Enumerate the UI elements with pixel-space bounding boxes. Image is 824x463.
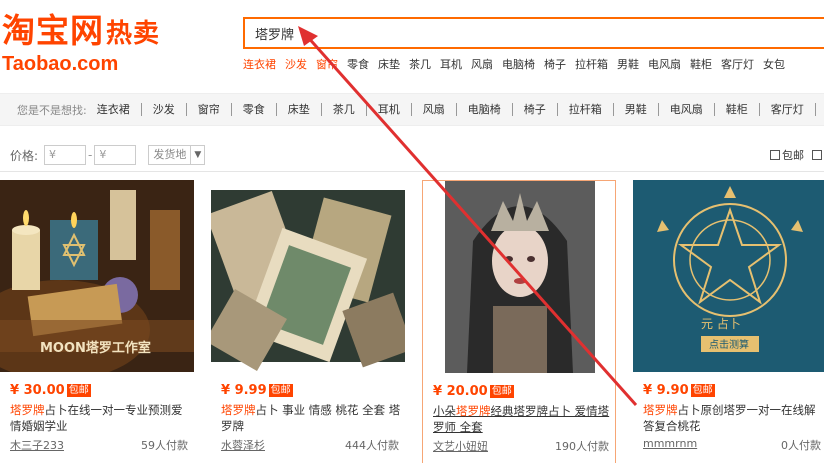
shop-name[interactable]: 水蓉泽杉 — [221, 437, 265, 453]
sales-count: 190人付款 — [555, 440, 609, 453]
product-title[interactable]: 小朵塔罗牌经典塔罗牌占卜 爱情塔罗师 全套 — [433, 403, 613, 435]
logo-domain: Taobao.com — [2, 53, 119, 75]
related-search-item[interactable]: 客厅灯 — [758, 103, 815, 116]
hot-word[interactable]: 鞋柜 — [690, 56, 712, 72]
product-image[interactable] — [211, 180, 405, 372]
hot-search-words: 连衣裙 沙发 窗帘 零食 床垫 茶几 耳机 风扇 电脑椅 椅子 拉杆箱 男鞋 电… — [243, 56, 785, 72]
free-ship-badge: 包邮 — [268, 384, 293, 397]
free-ship-badge: 包邮 — [690, 384, 715, 397]
related-search-label: 您是不是想找: — [17, 103, 87, 117]
product-title[interactable]: 塔罗牌占卜原创塔罗一对一在线解答复合桃花 — [643, 402, 823, 434]
product-card[interactable]: MOON塔罗工作室 ¥ 30.00 包邮 塔罗牌占卜在线一对一专业预测爱情婚姻学… — [0, 180, 194, 463]
hot-word[interactable]: 男鞋 — [617, 56, 639, 72]
search-input[interactable] — [245, 19, 824, 47]
sales-count: 59人付款 — [141, 439, 188, 452]
shop-name[interactable]: 木三子233 — [10, 437, 64, 453]
hot-word[interactable]: 客厅灯 — [721, 56, 754, 72]
product-price: ¥ 9.99 — [221, 383, 267, 398]
hot-word[interactable]: 电风扇 — [648, 56, 681, 72]
checkbox-icon[interactable] — [812, 150, 822, 160]
price-row: ¥ 30.00 包邮 — [10, 383, 91, 398]
price-dash: - — [88, 148, 93, 162]
related-search-item[interactable]: 鞋柜 — [713, 103, 759, 116]
price-min-input[interactable]: ¥ — [44, 145, 87, 165]
related-search-bar: 您是不是想找: 连衣裙 沙发 窗帘 零食 床垫 茶几 耳机 风扇 电脑椅 椅子 … — [0, 93, 824, 126]
related-search-item[interactable]: 电脑椅 — [455, 103, 512, 116]
shop-name[interactable]: 文艺小妞妞 — [433, 438, 488, 454]
related-search-item[interactable]: 男鞋 — [612, 103, 658, 116]
hot-word[interactable]: 茶几 — [409, 56, 431, 72]
related-search-item[interactable]: 沙发 — [140, 103, 186, 116]
product-card[interactable]: ¥ 9.99 包邮 塔罗牌占卜 事业 情感 桃花 全套 塔罗牌 水蓉泽杉 444… — [211, 180, 405, 463]
product-image-text: 元 占卜 — [701, 316, 741, 331]
checkbox-icon — [770, 150, 780, 160]
hot-word[interactable]: 连衣裙 — [243, 56, 276, 72]
product-image[interactable] — [423, 181, 615, 373]
related-search-item[interactable]: 床垫 — [275, 103, 321, 116]
product-image[interactable]: 元 占卜 点击测算 — [633, 180, 824, 372]
related-search-item[interactable]: 椅子 — [511, 103, 557, 116]
taobao-logo[interactable]: 淘宝网热卖 Taobao.com — [2, 11, 202, 75]
hot-word[interactable]: 椅子 — [544, 56, 566, 72]
related-search-item[interactable]: 耳机 — [365, 103, 411, 116]
related-search-item[interactable]: 茶几 — [320, 103, 366, 116]
logo-text: 淘宝网热卖 — [2, 11, 161, 50]
free-ship-badge: 包邮 — [66, 384, 91, 397]
hot-word[interactable]: 窗帘 — [316, 56, 338, 72]
product-card[interactable]: ¥ 20.00 包邮 小朵塔罗牌经典塔罗牌占卜 爱情塔罗师 全套 文艺小妞妞 1… — [422, 180, 616, 463]
related-search-item[interactable]: 风扇 — [410, 103, 456, 116]
product-title[interactable]: 塔罗牌占卜 事业 情感 桃花 全套 塔罗牌 — [221, 402, 401, 434]
related-search-item[interactable]: 电风扇 — [657, 103, 714, 116]
free-shipping-checkbox[interactable]: 包邮 — [770, 147, 824, 163]
hot-word[interactable]: 床垫 — [378, 56, 400, 72]
search-box[interactable] — [243, 17, 824, 49]
related-search-item[interactable]: 窗帘 — [185, 103, 231, 116]
hot-word[interactable]: 零食 — [347, 56, 369, 72]
filter-bar: 价格: ¥ - ¥ 发货地 ▼ 包邮 — [0, 139, 824, 172]
price-row: ¥ 9.99 包邮 — [221, 383, 293, 398]
hot-word[interactable]: 风扇 — [471, 56, 493, 72]
hot-word[interactable]: 耳机 — [440, 56, 462, 72]
shop-name[interactable]: mmmrnm — [643, 437, 697, 450]
product-image-button-text: 点击测算 — [709, 338, 749, 351]
hot-word[interactable]: 沙发 — [285, 56, 307, 72]
price-row: ¥ 9.90 包邮 — [643, 383, 715, 398]
sales-count: 0人付款 — [781, 439, 821, 452]
ship-from-label: 发货地 — [153, 148, 187, 161]
ship-from-select[interactable]: 发货地 ▼ — [148, 145, 206, 165]
free-ship-badge: 包邮 — [489, 385, 514, 398]
related-search-item[interactable]: 女包 — [814, 103, 824, 116]
hot-word[interactable]: 女包 — [763, 56, 785, 72]
product-image[interactable]: MOON塔罗工作室 — [0, 180, 194, 372]
product-price: ¥ 30.00 — [10, 383, 65, 398]
product-card[interactable]: 元 占卜 点击测算 ¥ 9.90 包邮 塔罗牌占卜原创塔罗一对一在线解答复合桃花… — [633, 180, 824, 463]
hot-word[interactable]: 拉杆箱 — [575, 56, 608, 72]
hot-word[interactable]: 电脑椅 — [502, 56, 535, 72]
related-search-item[interactable]: 连衣裙 — [97, 103, 141, 116]
price-max-input[interactable]: ¥ — [94, 145, 137, 165]
product-price: ¥ 9.90 — [643, 383, 689, 398]
related-search-item[interactable]: 零食 — [230, 103, 276, 116]
price-row: ¥ 20.00 包邮 — [433, 384, 514, 399]
product-price: ¥ 20.00 — [433, 384, 488, 399]
product-image-watermark: MOON塔罗工作室 — [40, 340, 151, 356]
price-label: 价格: — [10, 148, 39, 163]
free-shipping-label: 包邮 — [782, 149, 804, 162]
product-title[interactable]: 塔罗牌占卜在线一对一专业预测爱情婚姻学业 — [10, 402, 190, 434]
chevron-down-icon: ▼ — [190, 146, 204, 164]
related-search-item[interactable]: 拉杆箱 — [556, 103, 613, 116]
sales-count: 444人付款 — [345, 439, 399, 452]
